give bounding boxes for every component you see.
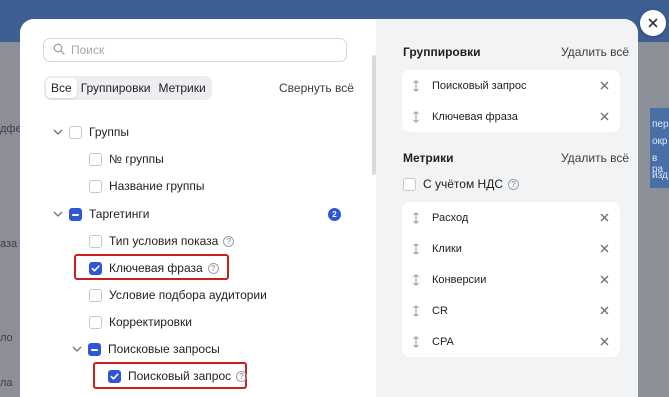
- vat-toggle[interactable]: С учётом НДС ?: [403, 177, 520, 191]
- tree-item-label: Ключевая фраза: [109, 261, 203, 275]
- collapse-all-link[interactable]: Свернуть всё: [279, 81, 354, 95]
- available-columns-panel: Все Группировки Метрики Свернуть всё Гру…: [20, 19, 376, 397]
- checkbox-checked[interactable]: [89, 261, 102, 275]
- drag-handle-icon[interactable]: [412, 211, 432, 224]
- help-icon[interactable]: ?: [207, 262, 219, 274]
- search-icon: [53, 43, 65, 58]
- tree-item-label: Поисковый запрос: [128, 369, 232, 383]
- help-icon[interactable]: ?: [223, 235, 235, 247]
- search-box[interactable]: [43, 38, 347, 62]
- checkbox[interactable]: [89, 152, 102, 166]
- list-item-label: CR: [432, 304, 448, 317]
- close-icon[interactable]: [648, 16, 658, 31]
- background-left-strip: дфед аза ло ла: [0, 42, 28, 397]
- list-item-label: Клики: [432, 242, 462, 255]
- remove-icon[interactable]: [598, 336, 610, 348]
- tree-item-audience[interactable]: Условие подбора аудитории: [89, 286, 267, 304]
- drag-handle-icon[interactable]: [412, 304, 432, 317]
- list-item[interactable]: CPA: [402, 326, 620, 357]
- background-text: ло: [0, 332, 13, 344]
- tab-all[interactable]: Все: [46, 78, 77, 98]
- tree-item-label: Название группы: [109, 179, 205, 193]
- background-text: ла: [0, 377, 13, 389]
- tree-item-search-query[interactable]: Поисковый запрос ?: [108, 367, 248, 385]
- groupings-remove-all-button[interactable]: Удалить всё: [561, 45, 629, 59]
- background-text: аза: [0, 238, 18, 250]
- remove-icon[interactable]: [598, 274, 610, 286]
- checkbox[interactable]: [69, 125, 82, 139]
- drag-handle-icon[interactable]: [412, 110, 432, 123]
- chevron-down-icon[interactable]: [51, 207, 65, 221]
- list-item-label: Поисковый запрос: [432, 79, 527, 92]
- background-blue-block: пер окр в ра изд: [650, 108, 669, 188]
- list-item[interactable]: Конверсии: [402, 264, 620, 295]
- vat-label: С учётом НДС: [423, 177, 504, 191]
- background-text: изд: [652, 170, 668, 181]
- tree-item-label: Поисковые запросы: [108, 342, 220, 356]
- help-icon[interactable]: ?: [508, 178, 520, 190]
- metrics-list: Расход Клики Конверсии CR CPA: [402, 202, 620, 357]
- checkbox-checked[interactable]: [108, 369, 121, 383]
- tab-metrics[interactable]: Метрики: [154, 78, 209, 98]
- remove-icon[interactable]: [598, 305, 610, 317]
- drag-handle-icon[interactable]: [412, 79, 432, 92]
- tree-item-label: Группы: [89, 125, 129, 139]
- remove-icon[interactable]: [598, 212, 610, 224]
- remove-icon[interactable]: [598, 111, 610, 123]
- tree-item-label: Корректировки: [109, 315, 192, 329]
- background-text: пер: [652, 119, 669, 130]
- metrics-remove-all-button[interactable]: Удалить всё: [561, 151, 629, 165]
- selected-count-badge: 2: [328, 208, 341, 221]
- tab-groupings[interactable]: Группировки: [77, 78, 155, 98]
- checkbox[interactable]: [89, 288, 102, 302]
- groupings-list: Поисковый запрос Ключевая фраза: [402, 70, 620, 132]
- tree-item-groups[interactable]: Группы: [51, 123, 129, 141]
- tree-item-keyword[interactable]: Ключевая фраза ?: [89, 259, 219, 277]
- list-item-label: CPA: [432, 335, 454, 348]
- remove-icon[interactable]: [598, 243, 610, 255]
- list-item[interactable]: Клики: [402, 233, 620, 264]
- tree-item-label: № группы: [109, 152, 164, 166]
- checkbox-indeterminate[interactable]: [88, 342, 101, 356]
- checkbox[interactable]: [89, 179, 102, 193]
- tree-item-search-queries[interactable]: Поисковые запросы: [70, 340, 220, 358]
- list-item[interactable]: CR: [402, 295, 620, 326]
- search-input[interactable]: [71, 43, 331, 57]
- list-item-label: Ключевая фраза: [432, 110, 518, 123]
- tree-item-adjustments[interactable]: Корректировки: [89, 313, 192, 331]
- tree-item-targeting[interactable]: Таргетинги: [51, 205, 149, 223]
- drag-handle-icon[interactable]: [412, 335, 432, 348]
- drag-handle-icon[interactable]: [412, 242, 432, 255]
- background-text: окр: [652, 136, 668, 147]
- chevron-down-icon[interactable]: [70, 342, 84, 356]
- tree-item-label: Таргетинги: [89, 207, 150, 221]
- filter-tabs: Все Группировки Метрики: [44, 76, 212, 100]
- remove-icon[interactable]: [598, 80, 610, 92]
- drag-handle-icon[interactable]: [412, 273, 432, 286]
- groupings-title: Группировки: [403, 45, 481, 59]
- checkbox-indeterminate[interactable]: [69, 207, 82, 221]
- tree-item-group-name[interactable]: Название группы: [89, 177, 205, 195]
- tree-item-show-condition[interactable]: Тип условия показа ?: [89, 232, 235, 250]
- list-item[interactable]: Поисковый запрос: [402, 70, 620, 101]
- tree-item-label: Тип условия показа: [109, 234, 219, 248]
- list-item[interactable]: Расход: [402, 202, 620, 233]
- checkbox[interactable]: [403, 177, 416, 191]
- chevron-down-icon[interactable]: [51, 125, 65, 139]
- close-button[interactable]: [640, 10, 666, 36]
- checkbox[interactable]: [89, 234, 102, 248]
- metrics-title: Метрики: [403, 151, 454, 165]
- background-right-strip: [638, 42, 669, 397]
- list-item-label: Конверсии: [432, 273, 487, 286]
- tree-item-group-number[interactable]: № группы: [89, 150, 164, 168]
- help-icon[interactable]: ?: [236, 370, 248, 382]
- tree-item-label: Условие подбора аудитории: [109, 288, 267, 302]
- list-item[interactable]: Ключевая фраза: [402, 101, 620, 132]
- checkbox[interactable]: [89, 315, 102, 329]
- list-item-label: Расход: [432, 211, 469, 224]
